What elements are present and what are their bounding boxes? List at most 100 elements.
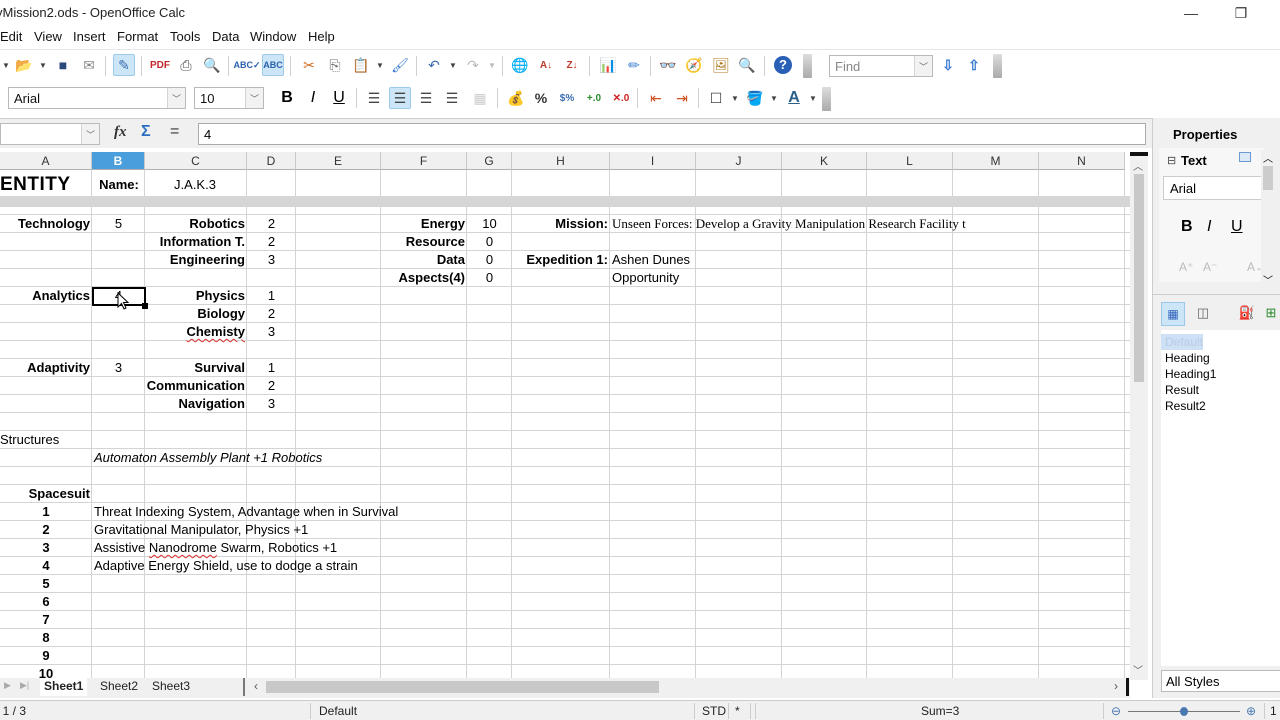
cell-communication-value[interactable]: 2 xyxy=(247,377,296,395)
column-header-n[interactable]: N xyxy=(1039,152,1125,170)
find-next-button[interactable]: ⇩ xyxy=(937,54,959,76)
font-size-box[interactable]: 10 ﹀ xyxy=(194,87,264,109)
selection-mode-indicator[interactable]: STD xyxy=(702,704,726,718)
zoom-slider-thumb[interactable] xyxy=(1180,707,1188,716)
export-pdf-button[interactable]: PDF xyxy=(149,54,171,76)
page-style-indicator[interactable]: Default xyxy=(319,704,357,718)
cell-biology-value[interactable]: 2 xyxy=(247,305,296,323)
cell-physics-label[interactable]: Physics xyxy=(145,287,247,305)
sort-descending-button[interactable]: Z↓ xyxy=(561,54,583,76)
font-color-button[interactable]: A xyxy=(783,87,805,109)
cell-energy-value[interactable]: 10 xyxy=(467,215,512,233)
cell-structures-label[interactable]: Structures xyxy=(0,431,59,449)
shrink-font-icon[interactable]: A⁻ xyxy=(1203,260,1217,274)
cell-survival-value[interactable]: 1 xyxy=(247,359,296,377)
column-header-j[interactable]: J xyxy=(696,152,782,170)
spacesuit-item-text[interactable]: Threat Indexing System, Advantage when i… xyxy=(94,503,398,521)
cell-adaptivity-label[interactable]: Adaptivity xyxy=(0,359,92,377)
cell-infotech-value[interactable]: 2 xyxy=(247,233,296,251)
scrollbar-thumb[interactable] xyxy=(1134,174,1144,382)
sidebar-italic-button[interactable]: I xyxy=(1207,218,1211,236)
background-color-dropdown-arrow[interactable]: ▼ xyxy=(770,94,778,103)
column-header-b[interactable]: B xyxy=(92,152,145,170)
sort-ascending-button[interactable]: A↓ xyxy=(535,54,557,76)
percent-format-button[interactable]: % xyxy=(530,87,552,109)
styles-filter-select[interactable]: All Styles xyxy=(1161,670,1280,692)
undo-dropdown-arrow[interactable]: ▼ xyxy=(449,61,457,70)
gallery-button[interactable]: 🖼 xyxy=(710,54,732,76)
navigator-button[interactable]: 🌐 xyxy=(509,54,531,76)
undo-button[interactable]: ↶ xyxy=(423,54,445,76)
cell-data-label[interactable]: Data xyxy=(381,251,467,269)
cell-engineering-label[interactable]: Engineering xyxy=(145,251,247,269)
increase-indent-button[interactable]: ⇥ xyxy=(671,87,693,109)
spacesuit-item-number[interactable]: 8 xyxy=(0,629,92,647)
more-options-icon[interactable] xyxy=(1239,152,1251,162)
justify-button[interactable]: ☰ xyxy=(441,87,463,109)
spacesuit-item-number[interactable]: 6 xyxy=(0,593,92,611)
menu-data[interactable]: Data xyxy=(212,29,239,44)
scrollbar-split-handle[interactable] xyxy=(1126,678,1129,696)
column-header-l[interactable]: L xyxy=(867,152,953,170)
column-header-d[interactable]: D xyxy=(247,152,296,170)
style-item-heading[interactable]: Heading xyxy=(1161,350,1280,366)
menu-edit[interactable]: Edit xyxy=(0,29,22,44)
style-item-heading1[interactable]: Heading1 xyxy=(1161,366,1280,382)
paste-button[interactable]: 📋 xyxy=(350,54,372,76)
chevron-down-icon[interactable]: ﹀ xyxy=(167,88,185,108)
font-color-dropdown-arrow[interactable]: ▼ xyxy=(809,94,817,103)
formula-input[interactable]: 4 xyxy=(198,123,1146,145)
spacesuit-item-number[interactable]: 7 xyxy=(0,611,92,629)
function-wizard-button[interactable]: fx xyxy=(114,124,127,141)
vertical-scrollbar[interactable]: ︿ ﹀ xyxy=(1130,152,1148,680)
spacesuit-item-number[interactable]: 5 xyxy=(0,575,92,593)
open-dropdown-arrow[interactable]: ▼ xyxy=(39,61,47,70)
cell-communication-label[interactable]: Communication xyxy=(120,377,247,395)
italic-button[interactable]: I xyxy=(302,87,324,109)
cell-chemistry-label[interactable]: Chemisty xyxy=(145,323,247,341)
zoom-level[interactable]: 1 xyxy=(1270,704,1277,718)
cell-infotech-label[interactable]: Information T. xyxy=(145,233,247,251)
merge-cells-button[interactable]: ▦ xyxy=(469,87,491,109)
scroll-right-icon[interactable]: › xyxy=(1114,679,1118,693)
spacesuit-item-number[interactable]: 1 xyxy=(0,503,92,521)
cell-structure-1[interactable]: Automaton Assembly Plant +1 Robotics xyxy=(94,449,322,467)
tab-splitter[interactable] xyxy=(243,678,245,696)
scroll-left-icon[interactable]: ‹ xyxy=(254,679,258,693)
cell-survival-label[interactable]: Survival xyxy=(145,359,247,377)
scrollbar-split-handle[interactable] xyxy=(1130,152,1148,156)
cell-robotics-value[interactable]: 2 xyxy=(247,215,296,233)
scroll-down-icon[interactable]: ﹀ xyxy=(1263,272,1273,287)
toolbar-grip[interactable] xyxy=(993,54,1002,78)
print-preview-button[interactable]: 🔍 xyxy=(201,54,223,76)
cell-energy-label[interactable]: Energy xyxy=(381,215,467,233)
menu-view[interactable]: View xyxy=(34,29,62,44)
sidebar-scroll-thumb[interactable] xyxy=(1263,166,1273,190)
font-name-box[interactable]: Arial ﹀ xyxy=(8,87,186,109)
cell-mission-label[interactable]: Mission: xyxy=(512,215,610,233)
style-item-result2[interactable]: Result2 xyxy=(1161,398,1280,414)
toolbar-grip[interactable] xyxy=(822,87,831,111)
cell-technology-value[interactable]: 5 xyxy=(92,215,145,233)
edit-file-button[interactable]: ✎ xyxy=(113,54,135,76)
align-left-button[interactable]: ☰ xyxy=(363,87,385,109)
sum-indicator[interactable]: Sum=3 xyxy=(921,704,959,718)
cell-a1-title[interactable]: ENTITY xyxy=(0,174,71,196)
collapse-icon[interactable]: ⊟ xyxy=(1167,154,1176,167)
column-header-f[interactable]: F xyxy=(381,152,467,170)
spellcheck-button[interactable]: ABC✓ xyxy=(233,54,260,76)
find-input[interactable]: Find ﹀ xyxy=(829,55,933,77)
cell-resource-value[interactable]: 0 xyxy=(467,233,512,251)
sidebar-scrollbar[interactable]: ︿ ﹀ xyxy=(1261,150,1275,287)
name-box[interactable]: ﹀ xyxy=(0,123,100,145)
new-style-button[interactable]: ⊞ xyxy=(1261,302,1280,326)
zoom-button[interactable]: 🔍 xyxy=(736,54,758,76)
copy-button[interactable]: ⎘ xyxy=(324,54,346,76)
column-header-a[interactable]: A xyxy=(0,152,92,170)
fill-handle[interactable] xyxy=(142,303,148,309)
chevron-down-icon[interactable]: ﹀ xyxy=(81,124,99,144)
sidebar-bold-button[interactable]: B xyxy=(1181,218,1193,236)
spreadsheet-grid[interactable]: ABCDEFGHIJKLMN ENTITY Name: J.A.K.3 Tech… xyxy=(0,152,1130,680)
sidebar-underline-button[interactable]: U xyxy=(1231,218,1243,236)
sum-button[interactable]: Σ xyxy=(141,123,151,141)
